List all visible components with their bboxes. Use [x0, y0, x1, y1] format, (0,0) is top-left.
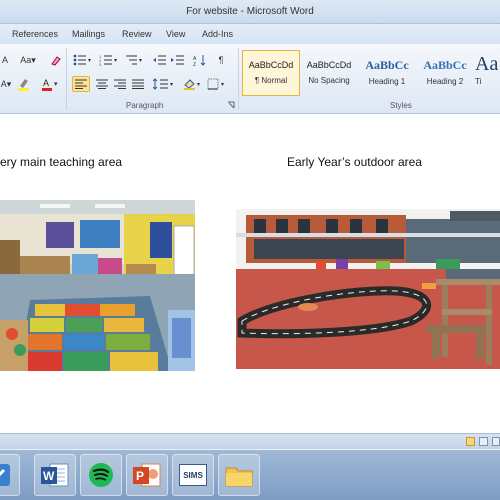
svg-text:▾: ▾ — [88, 58, 91, 64]
full-screen-reading-view-icon[interactable] — [479, 437, 488, 446]
print-layout-view-icon[interactable] — [466, 437, 475, 446]
svg-text:▾: ▾ — [221, 82, 224, 88]
multilevel-list-icon[interactable]: ▾ — [124, 52, 146, 68]
powerpoint-app-icon[interactable]: P — [126, 454, 168, 496]
highlight-color-icon[interactable] — [16, 76, 34, 92]
svg-text:A: A — [43, 78, 49, 88]
svg-text:▾: ▾ — [114, 58, 117, 64]
svg-text:Z: Z — [193, 62, 196, 66]
font-size-grow-icon[interactable]: A — [0, 52, 10, 68]
classroom-photo[interactable] — [0, 200, 195, 371]
increase-indent-icon[interactable] — [170, 52, 186, 68]
taskbar: W P SIMS — [0, 449, 500, 500]
window-title: For website - Microsoft Word — [186, 6, 314, 17]
svg-text:3: 3 — [99, 62, 102, 66]
borders-icon[interactable]: ▾ — [206, 76, 228, 92]
ribbon: A Aa▾ A▾ A ▾ ▾ 1 2 3 ▾ ▾ AZ ¶ ▾ ▾ ▾ Para… — [0, 44, 500, 114]
style-heading-2[interactable]: AaBbCc Heading 2 — [416, 50, 474, 96]
align-left-button[interactable] — [72, 76, 90, 92]
sort-icon[interactable]: AZ — [192, 52, 208, 68]
justify-button[interactable] — [130, 76, 146, 92]
paragraph-group-label: Paragraph — [126, 101, 164, 110]
web-layout-view-icon[interactable] — [492, 437, 500, 446]
show-formatting-icon[interactable]: ¶ — [214, 52, 228, 68]
align-right-button[interactable] — [112, 76, 128, 92]
numbering-icon[interactable]: 1 2 3 ▾ — [98, 52, 120, 68]
align-center-button[interactable] — [94, 76, 110, 92]
taskbar-app-icon[interactable] — [0, 454, 20, 496]
shading-icon[interactable]: ▾ — [182, 76, 204, 92]
document-page[interactable]: ery main teaching area Early Year’s outd… — [0, 115, 500, 433]
outdoor-area-photo[interactable] — [236, 209, 500, 369]
tab-review[interactable]: Review — [122, 29, 152, 39]
styles-group-label: Styles — [390, 101, 412, 110]
file-explorer-app-icon[interactable] — [218, 454, 260, 496]
divider — [66, 48, 67, 110]
tab-add-ins[interactable]: Add-Ins — [202, 29, 233, 39]
style-heading-1[interactable]: AaBbCc Heading 1 — [358, 50, 416, 96]
sims-app-icon[interactable]: SIMS — [172, 454, 214, 496]
svg-text:▾: ▾ — [170, 82, 173, 88]
svg-text:▾: ▾ — [197, 82, 200, 88]
style-no-spacing[interactable]: AaBbCcDd No Spacing — [300, 50, 358, 96]
tab-view[interactable]: View — [166, 29, 185, 39]
svg-text:W: W — [43, 469, 55, 483]
line-spacing-icon[interactable]: ▾ — [152, 76, 176, 92]
bullets-icon[interactable]: ▾ — [72, 52, 94, 68]
decrease-indent-icon[interactable] — [152, 52, 168, 68]
word-app-icon[interactable]: W — [34, 454, 76, 496]
svg-text:▾: ▾ — [139, 58, 142, 64]
paragraph-dialog-launcher-icon[interactable] — [226, 100, 236, 110]
change-case-icon[interactable]: Aa▾ — [18, 52, 38, 68]
style-normal[interactable]: AaBbCcDd ¶ Normal — [242, 50, 300, 96]
svg-text:P: P — [136, 469, 144, 483]
clear-format-icon[interactable] — [48, 52, 62, 68]
divider — [238, 48, 239, 110]
caption-left: ery main teaching area — [0, 155, 123, 169]
status-bar — [0, 433, 500, 449]
caption-right: Early Year’s outdoor area — [287, 155, 422, 169]
spotify-app-icon[interactable] — [80, 454, 122, 496]
svg-text:▾: ▾ — [54, 81, 58, 88]
sims-label: SIMS — [179, 464, 207, 486]
text-effects-icon[interactable]: A▾ — [0, 76, 12, 92]
title-bar: For website - Microsoft Word — [0, 0, 500, 24]
font-color-icon[interactable]: A ▾ — [40, 76, 62, 92]
ribbon-tabs: References Mailings Review View Add-Ins — [0, 24, 500, 44]
tab-references[interactable]: References — [12, 29, 58, 39]
style-title[interactable]: AaB Ti — [474, 50, 500, 96]
tab-mailings[interactable]: Mailings — [72, 29, 105, 39]
